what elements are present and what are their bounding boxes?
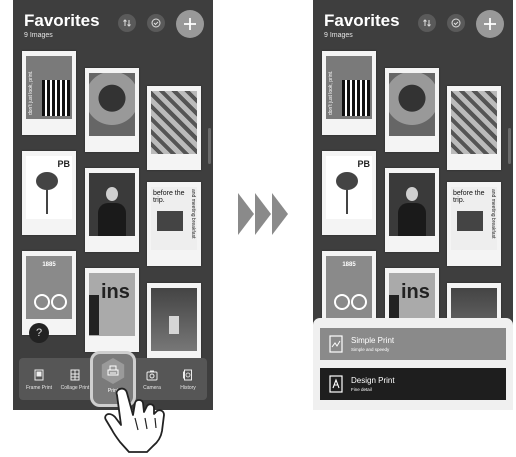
photo-card[interactable]: ins — [85, 268, 139, 352]
image-count: 9 Images — [324, 32, 353, 39]
photo-text: PB — [357, 159, 370, 169]
photo-card[interactable] — [447, 86, 501, 170]
photo-bicycle-poster: 1885 — [326, 256, 372, 319]
photo-poster-text: don't just look, print. — [326, 56, 372, 119]
photo-plant — [389, 73, 435, 136]
select-button[interactable] — [147, 14, 165, 32]
sort-icon — [123, 19, 131, 27]
photo-ins-poster: ins — [89, 273, 135, 336]
plus-icon — [484, 18, 496, 30]
tab-label: Frame Print — [25, 384, 53, 391]
photo-text: 1885 — [342, 262, 356, 268]
photo-card[interactable] — [85, 68, 139, 152]
photo-card[interactable]: don't just look, print. — [322, 51, 376, 135]
help-button[interactable]: ? — [29, 323, 49, 343]
photo-card[interactable]: 1885 — [22, 251, 76, 335]
photo-text: don't just look, print. — [28, 70, 34, 115]
photo-side-text: and meeting breakfast — [190, 189, 196, 239]
photo-text: before the trip. — [153, 190, 185, 204]
sort-icon — [423, 19, 431, 27]
photo-card[interactable]: PB — [22, 151, 76, 235]
history-icon — [183, 369, 192, 380]
frame-print-icon — [34, 369, 44, 380]
photo-card[interactable] — [85, 168, 139, 252]
design-print-icon — [329, 375, 343, 393]
photo-flamingo: PB — [326, 156, 372, 219]
photo-text: PB — [57, 159, 70, 169]
photo-flamingo: PB — [26, 156, 72, 219]
phone-screen-after: Favorites 9 Images don't just look, prin… — [313, 0, 513, 410]
photo-typography-poster — [151, 91, 197, 154]
option-title: Simple Print — [351, 336, 395, 345]
scrollbar[interactable] — [208, 128, 211, 164]
print-tab-highlight — [101, 358, 125, 384]
photo-portrait — [389, 173, 435, 236]
option-subtitle: Fine detail — [351, 387, 372, 392]
print-options-sheet: Simple Print Simple and speedy Design Pr… — [313, 318, 513, 410]
photo-chair — [151, 288, 197, 351]
photo-text: before the trip. — [453, 190, 485, 204]
photo-plant — [89, 73, 135, 136]
page-title: Favorites — [24, 11, 100, 30]
photo-card[interactable]: don't just look, print. — [22, 51, 76, 135]
photo-card[interactable]: PB — [322, 151, 376, 235]
photo-magazine: before the trip. and meeting breakfast — [151, 187, 197, 250]
scrollbar[interactable] — [508, 128, 511, 164]
simple-print-option[interactable]: Simple Print Simple and speedy — [320, 328, 506, 360]
select-button[interactable] — [447, 14, 465, 32]
phone-screen-before: Favorites 9 Images don't just look, prin… — [13, 0, 213, 410]
design-print-option[interactable]: Design Print Fine detail — [320, 368, 506, 400]
add-button[interactable] — [476, 10, 504, 38]
photo-text: ins — [101, 281, 130, 303]
photo-text: 1885 — [42, 262, 56, 268]
page-title: Favorites — [324, 11, 400, 30]
photo-bicycle-poster: 1885 — [26, 256, 72, 319]
photo-card[interactable] — [147, 283, 201, 367]
check-circle-icon — [451, 18, 461, 28]
plus-icon — [184, 18, 196, 30]
photo-magazine: before the trip. and meeting breakfast — [451, 187, 497, 250]
printer-icon — [107, 365, 119, 376]
tap-hand-icon — [104, 387, 165, 453]
collage-print-icon — [70, 369, 80, 380]
photo-card[interactable] — [385, 68, 439, 152]
photo-text: ins — [401, 281, 430, 303]
image-count: 9 Images — [24, 32, 53, 39]
transition-arrows-icon — [238, 193, 288, 235]
photo-card[interactable] — [147, 86, 201, 170]
tab-frame-print[interactable]: Frame Print — [21, 358, 57, 400]
photo-card[interactable] — [385, 168, 439, 252]
photo-text: don't just look, print. — [328, 70, 334, 115]
tab-collage-print[interactable]: Collage Print — [57, 358, 93, 400]
add-button[interactable] — [176, 10, 204, 38]
photo-poster-text: don't just look, print. — [26, 56, 72, 119]
photo-portrait — [89, 173, 135, 236]
check-circle-icon — [151, 18, 161, 28]
photo-typography-poster — [451, 91, 497, 154]
option-title: Design Print — [351, 376, 395, 385]
option-subtitle: Simple and speedy — [351, 347, 390, 352]
sort-button[interactable] — [418, 14, 436, 32]
photo-side-text: and meeting breakfast — [490, 189, 496, 239]
sort-button[interactable] — [118, 14, 136, 32]
tab-label: Collage Print — [60, 384, 90, 391]
simple-print-icon — [329, 335, 343, 353]
photo-card[interactable]: before the trip. and meeting breakfast — [147, 182, 201, 266]
photo-card[interactable]: before the trip. and meeting breakfast — [447, 182, 501, 266]
camera-icon — [146, 370, 158, 380]
